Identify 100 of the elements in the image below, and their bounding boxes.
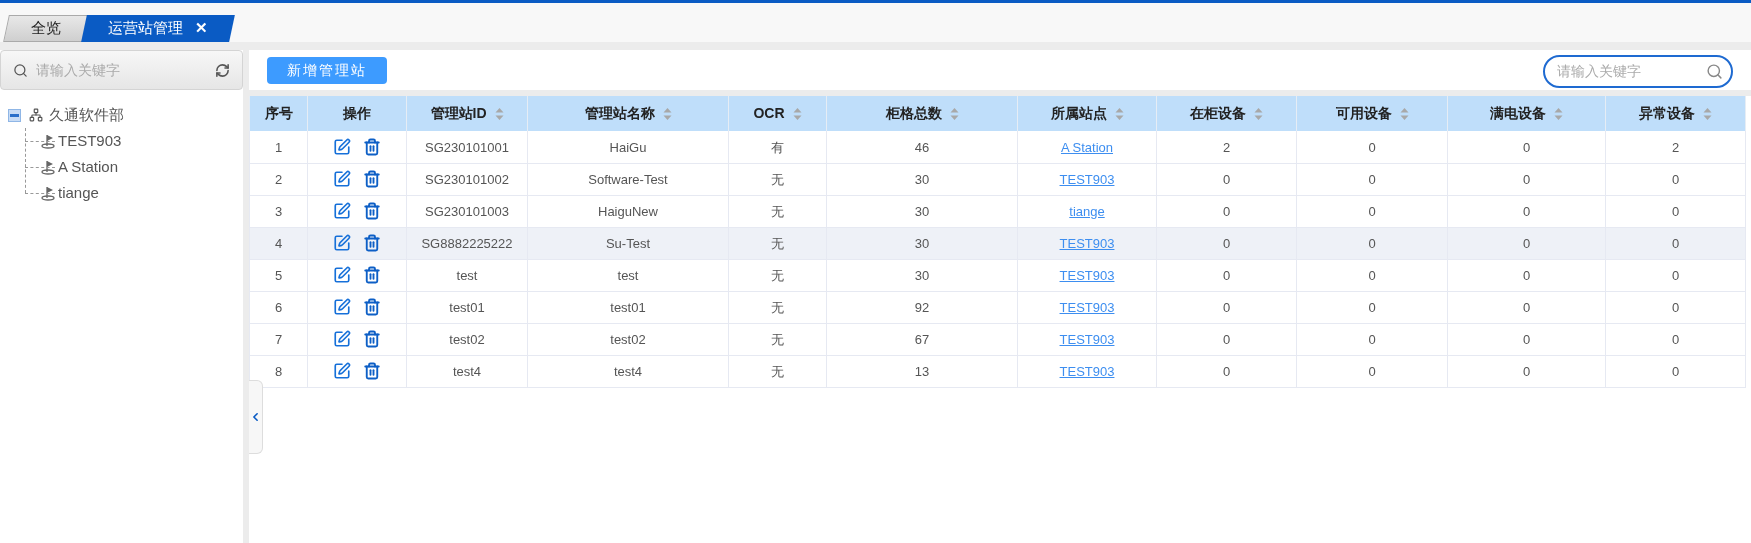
edit-icon[interactable] <box>333 234 351 252</box>
table-cell: 0 <box>1671 268 1680 283</box>
table-row[interactable]: 6 test01 test01 无 92 TEST903 0 0 0 0 <box>249 291 1746 323</box>
table-cell: 无 <box>771 172 784 187</box>
edit-icon[interactable] <box>333 202 351 220</box>
collapse-handle[interactable] <box>249 380 263 454</box>
table-cell: test02 <box>610 332 646 347</box>
table-cell: 0 <box>1522 268 1531 283</box>
table-cell: 0 <box>1368 139 1376 155</box>
search-field[interactable]: 请输入关键字 <box>1543 55 1733 88</box>
table-cell: 0 <box>1522 204 1531 219</box>
column-header: 可用设备 <box>1335 104 1392 123</box>
table-cell: test <box>617 268 639 283</box>
tab[interactable]: 全览 <box>3 15 89 42</box>
table-cell: 0 <box>1522 236 1531 251</box>
table-cell: 92 <box>914 300 930 315</box>
column-header: 在柜设备 <box>1190 104 1246 123</box>
table-cell: 30 <box>914 204 930 219</box>
header-cell[interactable]: 异常设备 <box>1605 96 1746 131</box>
refresh-icon[interactable] <box>215 62 230 78</box>
search-input[interactable]: 请输入关键字 <box>1557 61 1706 82</box>
table-cell: 无 <box>771 332 784 347</box>
tree-item[interactable]: TEST903 <box>58 129 122 153</box>
table-row[interactable]: 8 test4 test4 无 13 TEST903 0 0 0 0 <box>249 355 1746 387</box>
table-cell: test4 <box>452 364 482 379</box>
table-cell: SG230101001 <box>425 139 509 155</box>
edit-icon[interactable] <box>333 362 351 380</box>
table-cell: 0 <box>1222 332 1231 347</box>
table-cell: 有 <box>771 139 784 155</box>
table-row[interactable]: 3 SG230101003 HaiguNew 无 30 tiange 0 0 0 0 <box>249 195 1746 227</box>
tree-item[interactable]: tiange <box>58 181 99 205</box>
table-cell: test01 <box>449 300 485 315</box>
table-cell: 0 <box>1222 172 1231 187</box>
tree-item[interactable]: 久通软件部 <box>49 103 124 127</box>
delete-icon[interactable] <box>363 202 381 220</box>
delete-icon[interactable] <box>363 298 381 316</box>
delete-icon[interactable] <box>363 362 381 380</box>
table-cell: 67 <box>914 332 930 347</box>
table-cell: 4 <box>274 236 283 251</box>
edit-icon[interactable] <box>333 298 351 316</box>
table-cell: 0 <box>1368 204 1376 219</box>
table-cell: 0 <box>1671 332 1680 347</box>
header-cell[interactable]: 管理站名称 <box>527 96 729 131</box>
header-cell[interactable]: 在柜设备 <box>1156 96 1297 131</box>
delete-icon[interactable] <box>363 137 381 156</box>
table-row[interactable]: 1 SG230101001 HaiGu 有 46 A Station 2 0 0 2 <box>249 131 1746 163</box>
search-icon <box>1706 63 1723 80</box>
header-cell[interactable]: 柜格总数 <box>826 96 1018 131</box>
edit-icon[interactable] <box>333 137 351 156</box>
edit-icon[interactable] <box>333 330 351 348</box>
table-cell: 无 <box>771 364 784 379</box>
table-cell: 5 <box>274 268 283 283</box>
table-cell: 6 <box>274 300 283 315</box>
delete-icon[interactable] <box>363 234 381 252</box>
delete-icon[interactable] <box>363 170 381 188</box>
table-row[interactable]: 4 SG8882225222 Su-Test 无 30 TEST903 0 0 0 0 <box>249 227 1746 259</box>
table-cell: 30 <box>914 236 930 251</box>
column-header: OCR <box>753 104 785 123</box>
column-header: 柜格总数 <box>885 104 942 123</box>
table-cell: 30 <box>914 172 930 187</box>
table-cell: Software-Test <box>588 172 668 187</box>
table-cell: 0 <box>1368 300 1376 315</box>
search-icon <box>13 62 28 78</box>
header-cell[interactable]: 管理站ID <box>406 96 528 131</box>
table-cell: 无 <box>771 268 784 283</box>
close-button[interactable]: ✕ <box>195 17 208 40</box>
header-cell[interactable]: 可用设备 <box>1296 96 1448 131</box>
column-header: 操作 <box>343 104 371 123</box>
table-cell: 0 <box>1222 236 1231 251</box>
table-cell: test02 <box>449 332 485 347</box>
table-cell: 0 <box>1222 204 1231 219</box>
table-cell: 0 <box>1368 332 1376 347</box>
delete-icon[interactable] <box>363 330 381 348</box>
header-cell[interactable]: OCR <box>728 96 827 131</box>
table-row[interactable]: 2 SG230101002 Software-Test 无 30 TEST903 0 0 0 0 <box>249 163 1746 195</box>
table-cell: 2 <box>1671 139 1680 155</box>
table-cell: 13 <box>914 364 930 379</box>
edit-icon[interactable] <box>333 266 351 284</box>
table-row[interactable]: 5 test test 无 30 TEST903 0 0 0 0 <box>249 259 1746 291</box>
table-cell: 无 <box>771 236 784 251</box>
table-cell: 0 <box>1368 268 1376 283</box>
edit-icon[interactable] <box>333 170 351 188</box>
column-header: 序号 <box>264 104 293 123</box>
tab[interactable]: 运营站管理 ✕ <box>81 15 235 42</box>
column-header: 异常设备 <box>1639 104 1695 123</box>
table-cell: HaiGu <box>609 139 647 155</box>
table-cell: 无 <box>771 300 784 315</box>
search-input[interactable]: 请输入关键字 <box>36 59 207 81</box>
flag-pin-icon <box>40 133 56 149</box>
header-cell[interactable]: 所属站点 <box>1017 96 1157 131</box>
table-cell: 0 <box>1368 172 1376 187</box>
header-cell[interactable]: 满电设备 <box>1447 96 1606 131</box>
table-cell: SG8882225222 <box>421 236 513 251</box>
table-row[interactable]: 7 test02 test02 无 67 TEST903 0 0 0 0 <box>249 323 1746 355</box>
collapse-toggle[interactable] <box>8 108 21 122</box>
table-cell: SG230101002 <box>425 172 509 187</box>
table-cell: 0 <box>1522 364 1531 379</box>
tree-item[interactable]: A Station <box>58 155 119 179</box>
delete-icon[interactable] <box>363 266 381 284</box>
table-cell: 0 <box>1368 364 1376 379</box>
